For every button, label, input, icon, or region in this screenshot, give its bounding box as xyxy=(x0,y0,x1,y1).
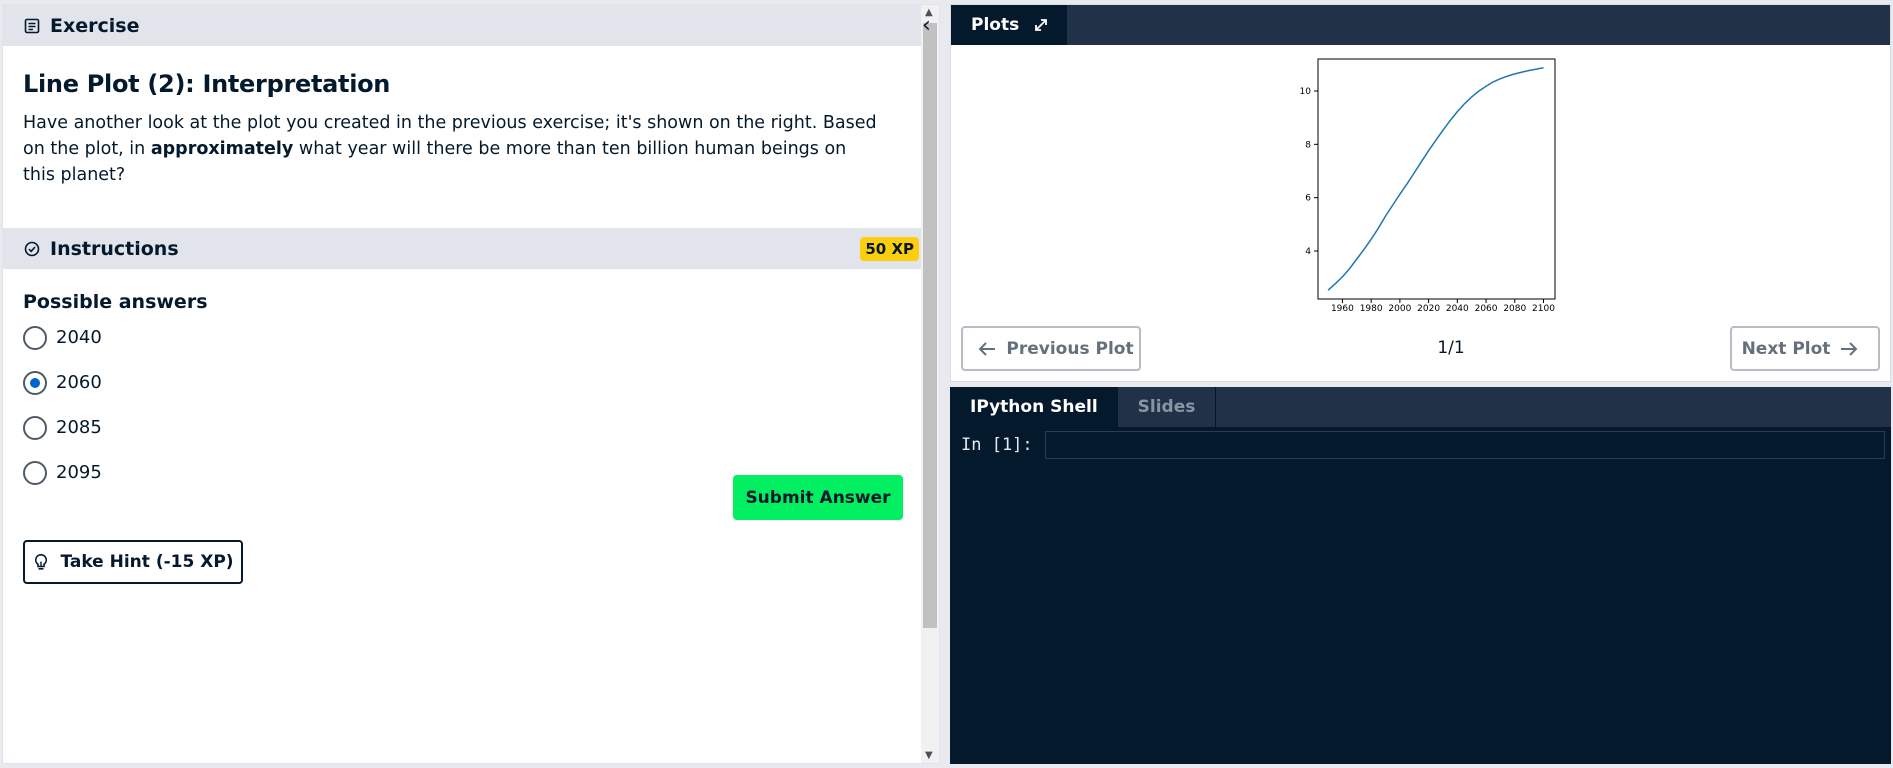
shell-prompt: In [1]: xyxy=(961,435,1033,455)
radio-button-selected[interactable] xyxy=(23,370,47,395)
take-hint-label: Take Hint (-15 XP) xyxy=(60,552,234,572)
answer-label: 2085 xyxy=(56,417,102,438)
y-tick-label: 6 xyxy=(1305,194,1311,204)
x-tick-label: 1960 xyxy=(1331,304,1354,314)
shell-header: IPython Shell Slides xyxy=(950,387,1891,427)
radio-button[interactable] xyxy=(23,460,47,485)
answer-option-2085[interactable]: 2085 xyxy=(23,405,923,450)
answer-label: 2060 xyxy=(56,372,102,393)
possible-answers-title: Possible answers xyxy=(23,291,208,313)
exercise-panel: Exercise Line Plot (2): Interpretation H… xyxy=(2,4,940,764)
ipython-shell-panel: IPython Shell Slides In [1]: xyxy=(950,387,1891,764)
scrollbar[interactable]: ▲ ▼ xyxy=(921,5,939,763)
exercise-title: Line Plot (2): Interpretation xyxy=(23,70,391,98)
radio-button[interactable] xyxy=(23,415,47,440)
answer-label: 2040 xyxy=(56,327,102,348)
check-circle-icon xyxy=(24,241,40,257)
submit-answer-button[interactable]: Submit Answer xyxy=(733,475,903,520)
answer-option-2040[interactable]: 2040 xyxy=(23,315,923,360)
x-tick-label: 2000 xyxy=(1388,304,1411,314)
next-plot-label: Next Plot xyxy=(1741,338,1831,359)
y-tick-label: 10 xyxy=(1300,87,1312,97)
tab-ipython-shell[interactable]: IPython Shell xyxy=(950,387,1118,427)
plots-panel: Plots 1960 1980 2000 2020 2040 2060 2080 2100 4 6… xyxy=(950,4,1891,382)
answer-label: 2095 xyxy=(56,462,102,483)
x-tick-label: 2080 xyxy=(1503,304,1526,314)
lightbulb-icon xyxy=(32,553,50,571)
y-tick-label: 4 xyxy=(1305,247,1311,257)
exercise-header-label: Exercise xyxy=(50,14,140,37)
tab-slides[interactable]: Slides xyxy=(1118,387,1217,427)
previous-plot-label: Previous Plot xyxy=(1006,338,1134,359)
x-tick-label: 2040 xyxy=(1446,304,1469,314)
exercise-scroll-area: Exercise Line Plot (2): Interpretation H… xyxy=(3,5,923,763)
exercise-header: Exercise xyxy=(3,5,923,46)
x-tick-label: 2100 xyxy=(1532,304,1555,314)
take-hint-button[interactable]: Take Hint (-15 XP) xyxy=(23,540,243,584)
exercise-description: Have another look at the plot you create… xyxy=(23,110,883,188)
instructions-header-label: Instructions xyxy=(50,237,179,260)
y-tick-label: 8 xyxy=(1305,140,1311,150)
tab-plots[interactable]: Plots xyxy=(951,5,1067,45)
answer-option-2060[interactable]: 2060 xyxy=(23,360,923,405)
shell-prompt-row: In [1]: xyxy=(950,431,1891,459)
plots-tab-label: Plots xyxy=(971,15,1020,35)
next-plot-button[interactable]: Next Plot xyxy=(1730,326,1880,371)
plots-header: Plots xyxy=(951,5,1890,45)
radio-button[interactable] xyxy=(23,325,47,350)
collapse-chevron-icon[interactable]: ‹ xyxy=(922,13,931,38)
arrow-left-icon xyxy=(978,341,996,356)
scroll-down-arrow-icon[interactable]: ▼ xyxy=(925,750,933,761)
shell-input[interactable] xyxy=(1044,431,1885,459)
document-icon xyxy=(24,18,40,34)
x-tick-label: 2060 xyxy=(1475,304,1498,314)
answer-options: 2040 2060 2085 2095 xyxy=(3,315,923,495)
x-tick-label: 1980 xyxy=(1360,304,1383,314)
previous-plot-button[interactable]: Previous Plot xyxy=(961,326,1141,371)
x-tick-label: 2020 xyxy=(1417,304,1440,314)
scrollbar-thumb[interactable] xyxy=(923,23,937,628)
expand-icon[interactable] xyxy=(1033,17,1049,33)
description-bold: approximately xyxy=(150,139,294,159)
population-line-chart: 1960 1980 2000 2020 2040 2060 2080 2100 4 6 8 10 xyxy=(1300,58,1556,314)
arrow-right-icon xyxy=(1840,341,1858,356)
plot-counter: 1/1 xyxy=(1437,338,1465,358)
instructions-header: Instructions 50 XP xyxy=(3,228,923,269)
xp-badge: 50 XP xyxy=(860,237,919,261)
